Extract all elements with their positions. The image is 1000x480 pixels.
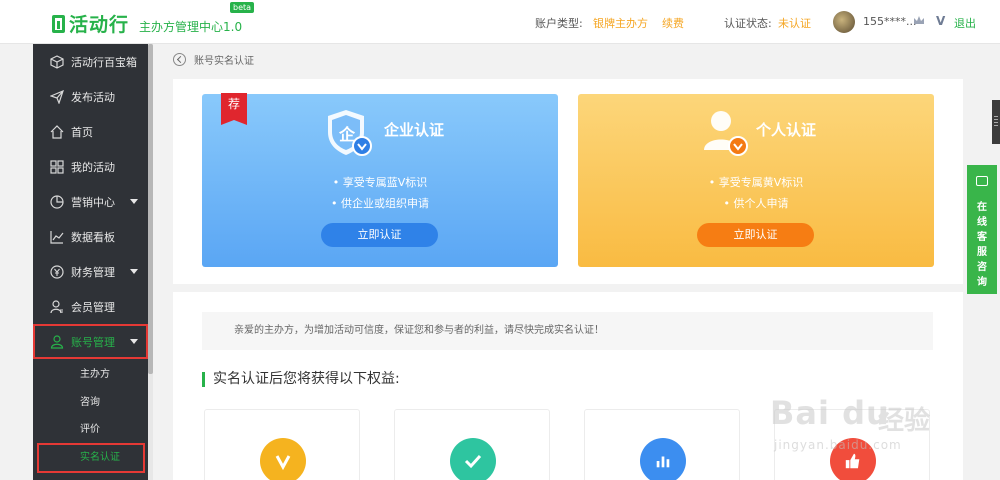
breadcrumb: 账号实名认证 <box>173 52 254 67</box>
verification-panel: 荐 企 企业认证 享受专属蓝V标识 供企业或组织申请 立即认证 <box>173 79 963 284</box>
sidebar-item-home[interactable]: 首页 <box>33 114 148 149</box>
sidebar-item-label: 活动行百宝箱 <box>71 55 137 69</box>
sidebar: 活动行百宝箱 发布活动 首页 我的活动 营销中心 数据看板 财务管理 会员管理 … <box>33 44 148 480</box>
enterprise-card: 荐 企 企业认证 享受专属蓝V标识 供企业或组织申请 立即认证 <box>202 93 558 267</box>
sidebar-subitem-reviews[interactable]: 评价 <box>33 416 148 444</box>
sidebar-item-data-board[interactable]: 数据看板 <box>33 219 148 254</box>
watermark-url: jingyan.baidu.com <box>774 438 902 452</box>
sidebar-subitem-organizer[interactable]: 主办方 <box>33 361 148 389</box>
sidebar-item-label: 营销中心 <box>71 195 115 209</box>
enterprise-bullet: 供企业或组织申请 <box>202 193 558 214</box>
benefit-card <box>394 409 550 480</box>
user-phone[interactable]: 155****... <box>863 15 917 28</box>
breadcrumb-label: 账号实名认证 <box>194 56 254 67</box>
avatar[interactable] <box>833 11 855 33</box>
watermark-cn: 经验 <box>878 406 931 436</box>
header-user-area: 账户类型: 银牌主办方 续费 认证状态: 未认证 155****... V 退出 <box>520 0 1000 44</box>
sidebar-item-marketing[interactable]: 营销中心 <box>33 184 148 219</box>
back-icon[interactable] <box>173 53 186 66</box>
benefit-card <box>584 409 740 480</box>
logout-link[interactable]: 退出 <box>954 15 976 31</box>
sidebar-item-account[interactable]: 账号管理 <box>33 324 148 359</box>
baidu-watermark: Bai du 经验 jingyan.baidu.com <box>758 368 953 468</box>
chevron-down-icon <box>130 339 138 344</box>
recommended-badge: 荐 <box>221 93 247 125</box>
crown-icon <box>913 15 925 26</box>
sidebar-item-toolbox[interactable]: 活动行百宝箱 <box>33 44 148 79</box>
yen-icon <box>50 264 64 279</box>
chat-icon <box>976 176 988 186</box>
enterprise-bullet: 享受专属蓝V标识 <box>202 172 558 193</box>
v-badge-icon: V <box>936 14 946 28</box>
sidebar-subitem-inquiry[interactable]: 咨询 <box>33 389 148 417</box>
personal-bullet: 享受专属黄V标识 <box>578 172 934 193</box>
sidebar-item-finance[interactable]: 财务管理 <box>33 254 148 289</box>
grid-icon <box>50 159 64 174</box>
verify-status-label: 认证状态: <box>724 17 772 30</box>
sidebar-item-publish[interactable]: 发布活动 <box>33 79 148 114</box>
top-header: 活动行 主办方管理中心1.0 beta 账户类型: 银牌主办方 续费 认证状态:… <box>0 0 1000 44</box>
sidebar-item-label: 我的活动 <box>71 160 115 174</box>
logo-subtitle: 主办方管理中心1.0 <box>139 20 243 34</box>
chevron-down-icon <box>130 199 138 204</box>
online-chat-button[interactable]: 在线客服咨询 <box>967 165 997 294</box>
chevron-down-icon <box>130 269 138 274</box>
logo-name: 活动行 <box>69 14 130 36</box>
enterprise-bullets: 享受专属蓝V标识 供企业或组织申请 <box>202 172 558 214</box>
account-type-value[interactable]: 银牌主办方 <box>593 15 648 31</box>
chat-label: 在线客服咨询 <box>977 202 987 288</box>
sidebar-item-label: 首页 <box>71 125 93 139</box>
benefits-title: 实名认证后您将获得以下权益: <box>202 372 400 387</box>
renew-link[interactable]: 续费 <box>662 15 684 31</box>
bar-chart-icon <box>640 438 686 480</box>
personal-bullets: 享受专属黄V标识 供个人申请 <box>578 172 934 214</box>
sidebar-subitem-real-name[interactable]: 实名认证 <box>37 443 145 473</box>
sidebar-item-label: 发布活动 <box>71 90 115 104</box>
personal-bullet: 供个人申请 <box>578 193 934 214</box>
benefit-card <box>204 409 360 480</box>
personal-verify-button[interactable]: 立即认证 <box>697 223 814 247</box>
sidebar-scrollbar-thumb[interactable] <box>148 44 153 374</box>
check-icon <box>450 438 496 480</box>
personal-card: 个人认证 享受专属黄V标识 供个人申请 立即认证 <box>578 94 934 267</box>
sidebar-item-label: 财务管理 <box>71 265 115 279</box>
members-icon <box>50 299 64 314</box>
sidebar-item-my-events[interactable]: 我的活动 <box>33 149 148 184</box>
cube-icon <box>50 54 64 69</box>
verify-status-value[interactable]: 未认证 <box>778 15 811 31</box>
user-icon <box>50 334 64 349</box>
sidebar-item-members[interactable]: 会员管理 <box>33 289 148 324</box>
sidebar-item-label: 账号管理 <box>71 335 115 349</box>
enterprise-shield-icon: 企 <box>320 104 380 163</box>
side-drawer-tab[interactable] <box>992 100 1000 144</box>
line-chart-icon <box>50 230 64 244</box>
beta-badge: beta <box>230 2 255 13</box>
v-badge-icon <box>260 438 306 480</box>
pie-chart-icon <box>50 194 64 209</box>
personal-user-icon <box>698 104 758 163</box>
personal-title: 个人认证 <box>756 121 817 139</box>
notice-text: 亲爱的主办方，为增加活动可信度，保证您和参与者的利益，请尽快完成实名认证！ <box>202 312 933 350</box>
paper-plane-icon <box>50 89 64 104</box>
account-type-label: 账户类型: <box>535 17 583 30</box>
sidebar-item-label: 会员管理 <box>71 300 115 314</box>
logo-mark-icon <box>52 14 65 33</box>
watermark-text: Bai du <box>770 394 890 432</box>
home-icon <box>50 124 64 139</box>
logo[interactable]: 活动行 主办方管理中心1.0 <box>52 10 242 37</box>
enterprise-title: 企业认证 <box>384 121 445 139</box>
enterprise-verify-button[interactable]: 立即认证 <box>321 223 438 247</box>
sidebar-item-label: 数据看板 <box>71 230 115 244</box>
